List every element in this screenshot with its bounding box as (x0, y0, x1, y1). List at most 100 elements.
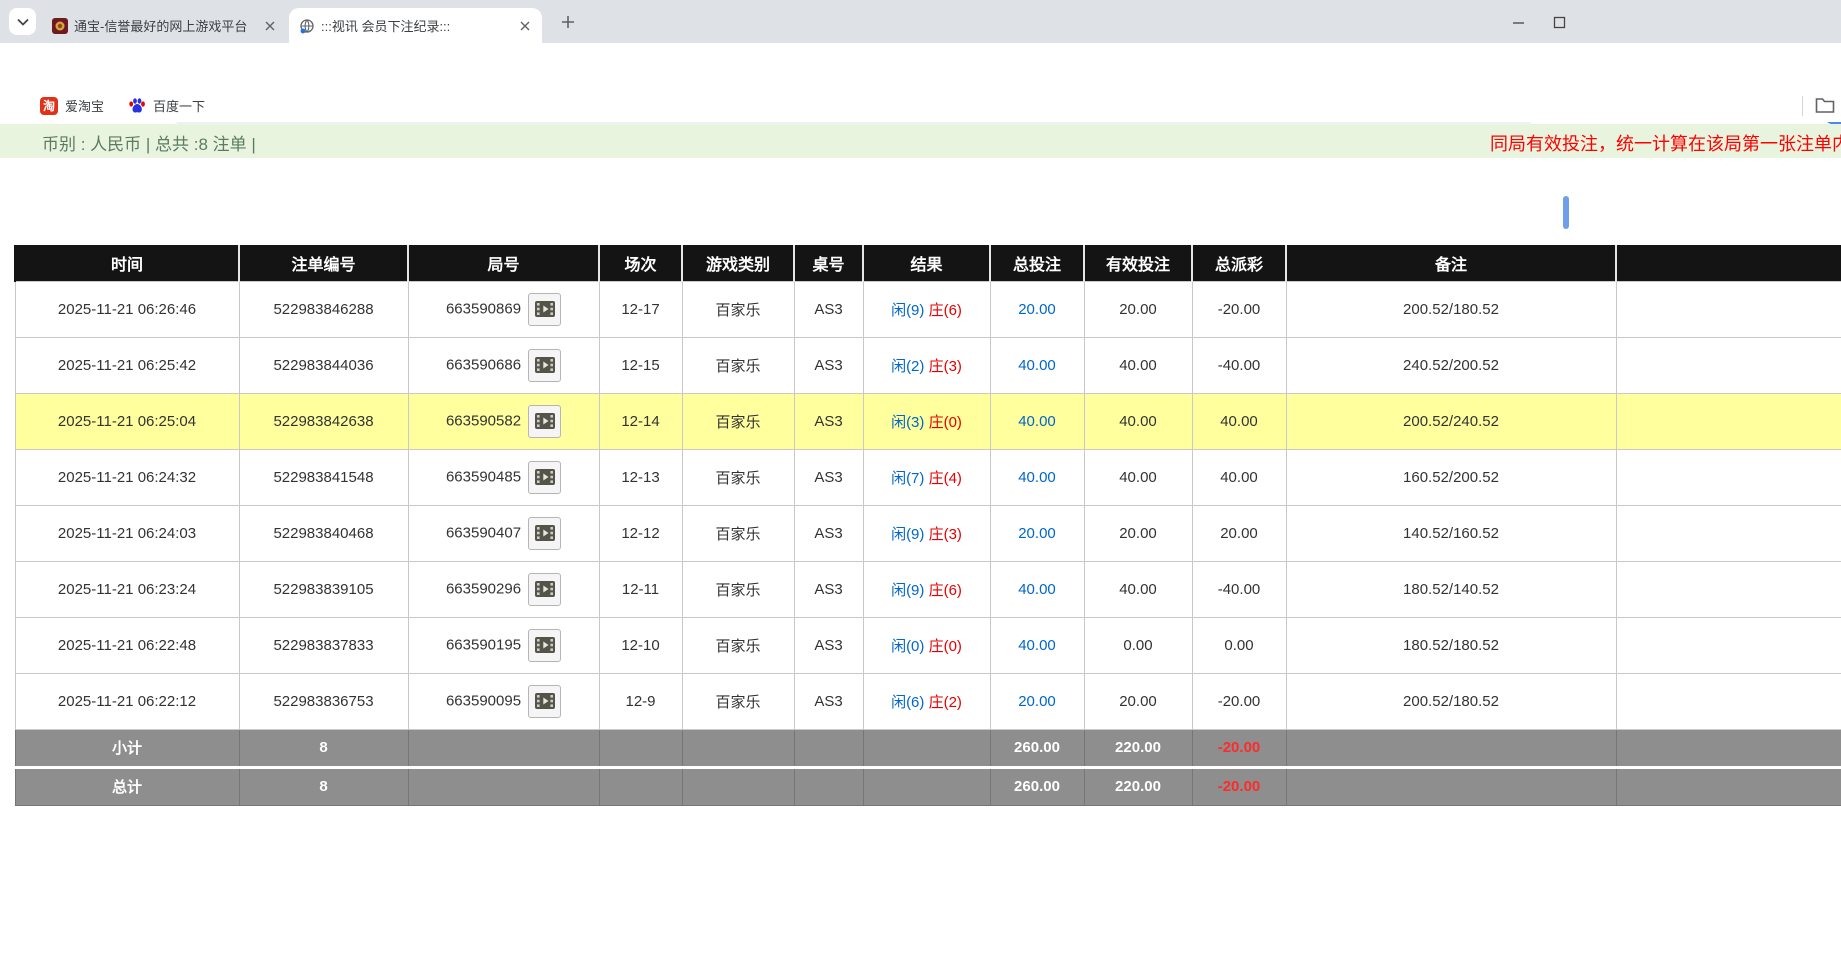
cell-remark: 200.52/180.52 (1286, 281, 1616, 337)
maximize-icon (1553, 16, 1566, 29)
cell-game-type: 百家乐 (682, 449, 794, 505)
minimize-icon (1512, 16, 1525, 29)
bookmark-baidu[interactable]: 百度一下 (128, 96, 205, 115)
close-tab-icon[interactable] (516, 17, 534, 35)
bookmark-aitaobao[interactable]: 淘 爱淘宝 (40, 96, 104, 115)
summary-remark (1286, 729, 1616, 767)
cell-valid-bet: 40.00 (1084, 337, 1192, 393)
column-header: 注单编号 (239, 245, 408, 281)
result-player: 闲(9) (891, 526, 924, 543)
table-header-row: 时间注单编号局号场次游戏类别桌号结果总投注有效投注总派彩备注 (15, 245, 1841, 281)
round-number: 663590407 (446, 524, 521, 541)
video-thumbnail-icon (534, 468, 556, 486)
cell-remark: 180.52/140.52 (1286, 561, 1616, 617)
summary-empty (682, 767, 794, 805)
cell-table-no: AS3 (794, 505, 863, 561)
table-row: 2025-11-21 06:24:32522983841548 663590485… (15, 449, 1841, 505)
round-number: 663590485 (446, 468, 521, 485)
cell-bet-id: 522983841548 (239, 449, 408, 505)
summary-empty (863, 767, 990, 805)
video-replay-button[interactable] (528, 517, 561, 550)
cell-valid-bet: 20.00 (1084, 673, 1192, 729)
cell-filler (1616, 673, 1841, 729)
browser-tab-betrecord[interactable]: :::视讯 会员下注纪录::: (289, 8, 542, 43)
round-number: 663590296 (446, 580, 521, 597)
video-replay-button[interactable] (528, 573, 561, 606)
cell-round: 663590485 (408, 449, 599, 505)
cell-time: 2025-11-21 06:25:04 (15, 393, 239, 449)
cell-time: 2025-11-21 06:24:32 (15, 449, 239, 505)
cell-filler (1616, 767, 1841, 805)
scrollbar-thumb[interactable] (1563, 196, 1569, 229)
video-replay-button[interactable] (528, 405, 561, 438)
tongbao-favicon-icon (52, 18, 68, 34)
video-replay-button[interactable] (528, 629, 561, 662)
summary-label: 总计 (15, 767, 239, 805)
total-bet-link[interactable]: 40.00 (1018, 469, 1056, 486)
cell-round: 663590095 (408, 673, 599, 729)
cell-bet-id: 522983839105 (239, 561, 408, 617)
cell-remark: 240.52/200.52 (1286, 337, 1616, 393)
cell-game-type: 百家乐 (682, 561, 794, 617)
column-header: 总派彩 (1192, 245, 1286, 281)
column-header: 结果 (863, 245, 990, 281)
cell-filler (1616, 561, 1841, 617)
baidu-paw-icon (128, 97, 146, 115)
column-header: 总投注 (990, 245, 1084, 281)
window-minimize-button[interactable] (1508, 13, 1528, 31)
video-replay-button[interactable] (528, 293, 561, 326)
cell-round: 663590407 (408, 505, 599, 561)
cell-total-bet: 40.00 (990, 393, 1084, 449)
round-number: 663590686 (446, 356, 521, 373)
tab-search-button[interactable] (9, 8, 36, 35)
cell-game-type: 百家乐 (682, 505, 794, 561)
cell-game-type: 百家乐 (682, 617, 794, 673)
cell-payout: 20.00 (1192, 505, 1286, 561)
cell-time: 2025-11-21 06:22:48 (15, 617, 239, 673)
summary-infobar: 币别 : 人民币 | 总共 :8 注单 | 同局有效投注，统一计算在该局第一张注… (0, 124, 1841, 158)
table-row: 2025-11-21 06:22:48522983837833663590195… (15, 617, 1841, 673)
total-bet-link[interactable]: 20.00 (1018, 525, 1056, 542)
window-maximize-button[interactable] (1549, 13, 1569, 31)
total-bet-link[interactable]: 40.00 (1018, 637, 1056, 654)
cell-filler (1616, 281, 1841, 337)
bookmarks-folder-button[interactable] (1814, 95, 1836, 120)
total-bet-link[interactable]: 20.00 (1018, 693, 1056, 710)
video-replay-button[interactable] (528, 685, 561, 718)
video-replay-button[interactable] (528, 461, 561, 494)
cell-payout: -40.00 (1192, 561, 1286, 617)
browser-tab-tongbao[interactable]: 通宝-信誉最好的网上游戏平台 (42, 8, 287, 43)
cell-total-bet: 40.00 (990, 337, 1084, 393)
cell-filler (1616, 337, 1841, 393)
cell-bet-id: 522983836753 (239, 673, 408, 729)
bookmarks-divider (1802, 96, 1803, 116)
cell-time: 2025-11-21 06:26:46 (15, 281, 239, 337)
cell-time: 2025-11-21 06:25:42 (15, 337, 239, 393)
video-replay-button[interactable] (528, 349, 561, 382)
summary-empty (408, 767, 599, 805)
total-bet-link[interactable]: 40.00 (1018, 357, 1056, 374)
video-thumbnail-icon (534, 356, 556, 374)
column-header: 场次 (599, 245, 682, 281)
cell-bet-id: 522983840468 (239, 505, 408, 561)
bookmark-label: 爱淘宝 (65, 96, 104, 115)
new-tab-button[interactable] (556, 10, 580, 34)
total-bet-link[interactable]: 40.00 (1018, 581, 1056, 598)
cell-time: 2025-11-21 06:23:24 (15, 561, 239, 617)
video-thumbnail-icon (534, 300, 556, 318)
summary-remark (1286, 767, 1616, 805)
summary-empty (794, 767, 863, 805)
summary-valid-bet: 220.00 (1084, 767, 1192, 805)
total-bet-link[interactable]: 40.00 (1018, 413, 1056, 430)
video-thumbnail-icon (534, 524, 556, 542)
close-tab-icon[interactable] (261, 17, 279, 35)
cell-filler (1616, 617, 1841, 673)
cell-round: 663590686 (408, 337, 599, 393)
cell-time: 2025-11-21 06:22:12 (15, 673, 239, 729)
cell-table-no: AS3 (794, 281, 863, 337)
total-bet-link[interactable]: 20.00 (1018, 301, 1056, 318)
table-row: 2025-11-21 06:23:24522983839105 663590296… (15, 561, 1841, 617)
result-player: 闲(9) (891, 302, 924, 319)
result-banker: 庄(0) (929, 414, 962, 431)
summary-valid-bet: 220.00 (1084, 729, 1192, 767)
